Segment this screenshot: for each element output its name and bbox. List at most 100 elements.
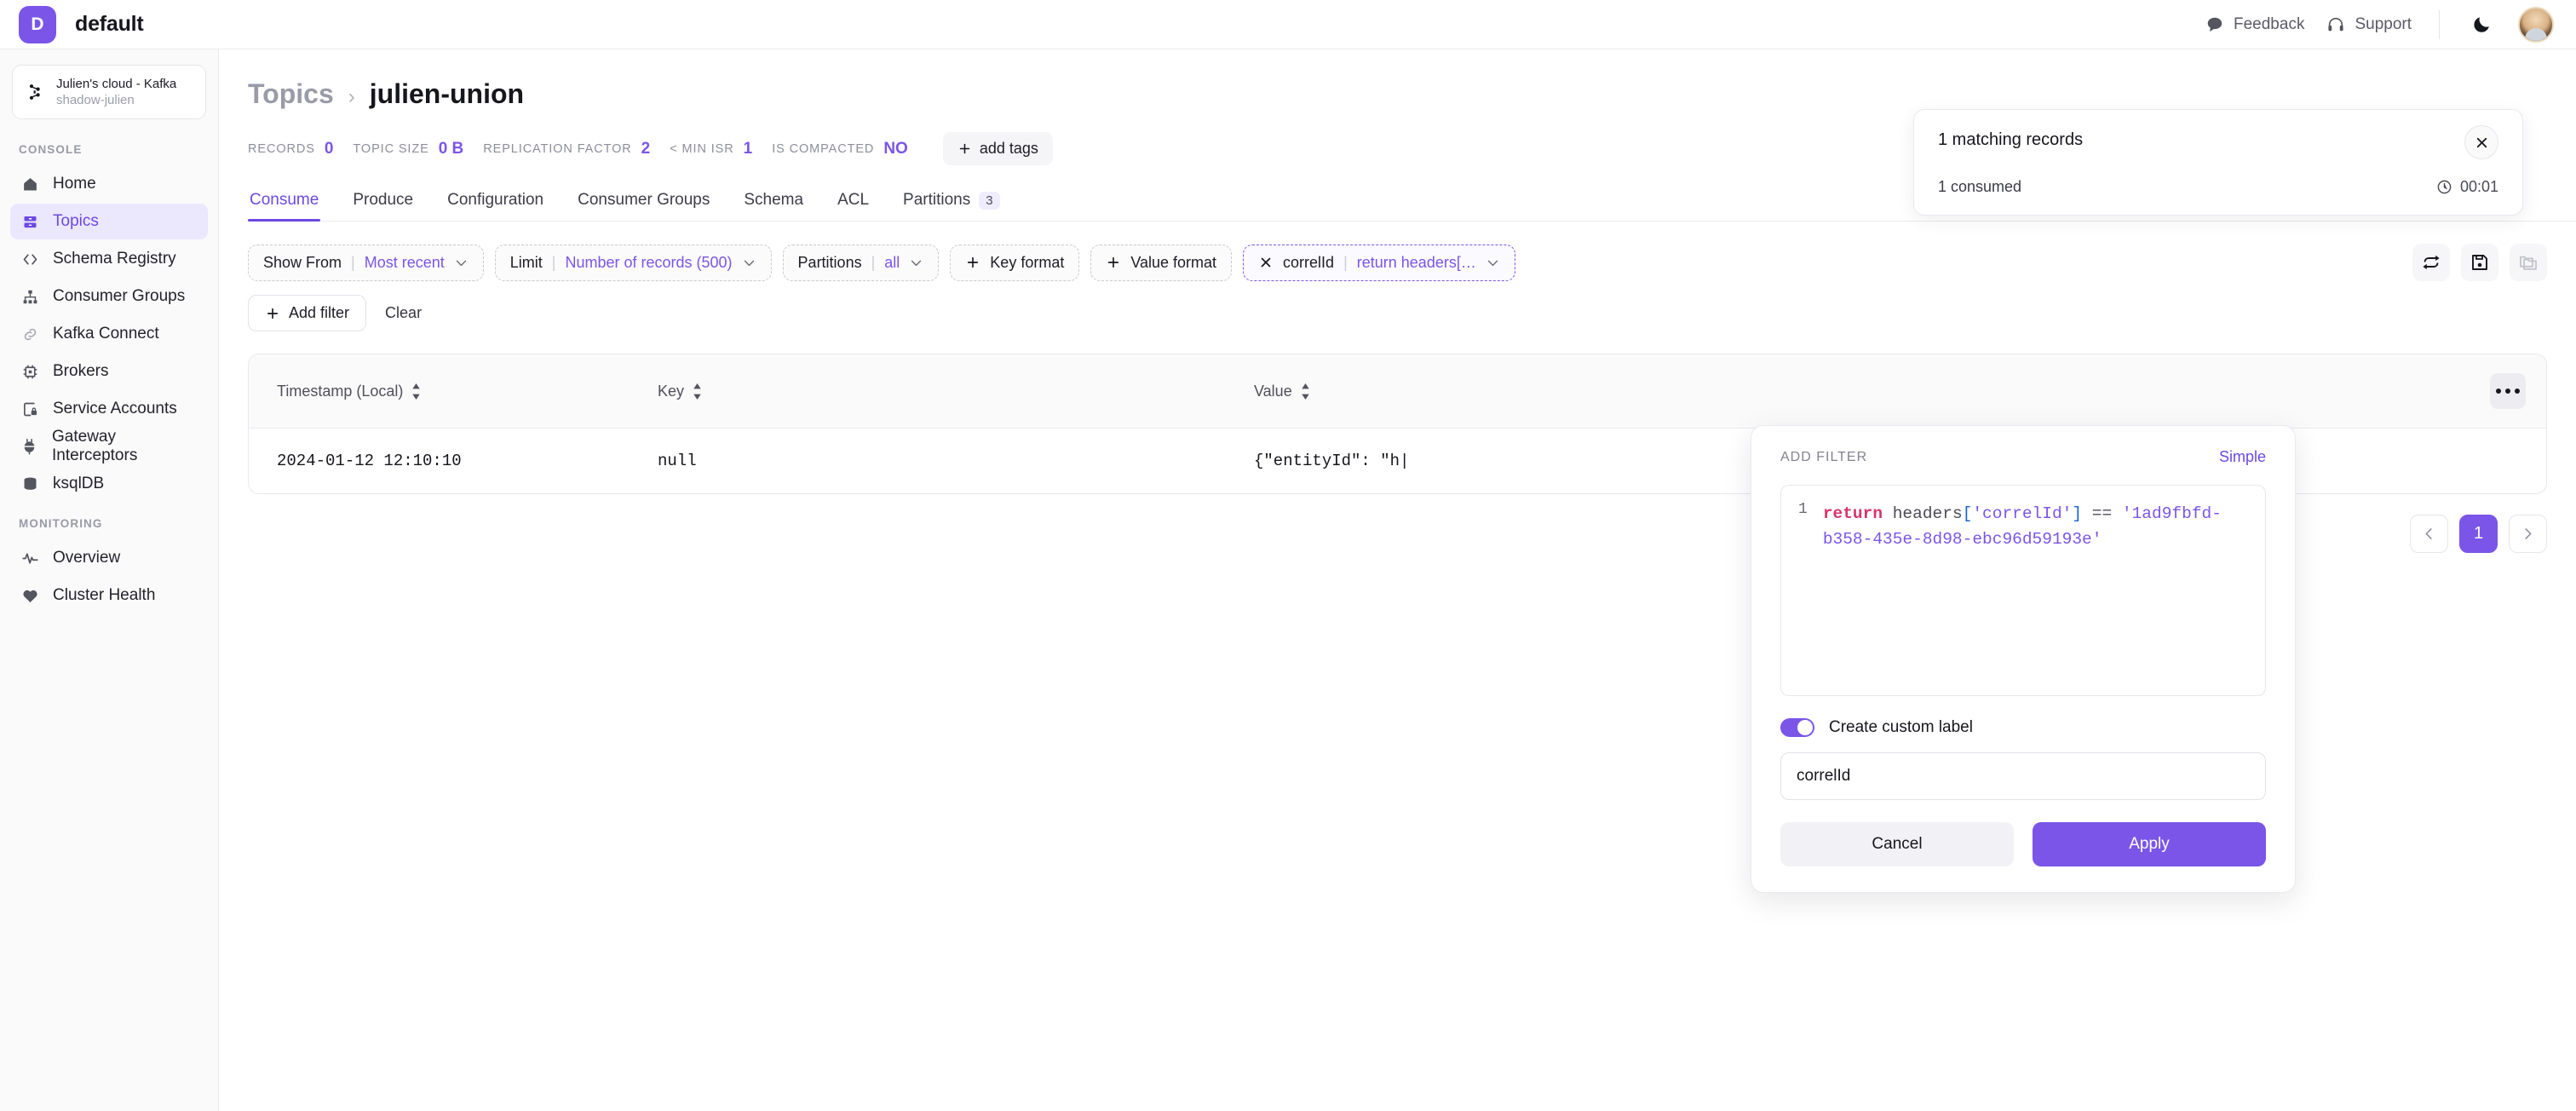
cluster-sub: shadow-julien (56, 93, 135, 107)
page-title: julien-union (369, 78, 525, 109)
tab-consume[interactable]: Consume (248, 191, 321, 222)
column-header-value[interactable]: Value (1254, 354, 2452, 429)
tab-schema[interactable]: Schema (742, 191, 805, 221)
account-lock-icon (20, 400, 39, 418)
custom-label-input[interactable] (1780, 752, 2266, 800)
column-label: Timestamp (Local) (277, 382, 404, 400)
sidebar-item-ksqldb[interactable]: ksqlDB (10, 466, 208, 502)
sidebar-item-service-accounts[interactable]: Service Accounts (10, 391, 208, 427)
create-custom-label-text: Create custom label (1829, 718, 1973, 736)
filter-chip-limit[interactable]: Limit | Number of records (500) (494, 244, 772, 281)
sidebar-item-label: Topics (53, 212, 99, 230)
avatar[interactable] (2518, 6, 2554, 43)
sidebar-item-label: ksqlDB (53, 475, 105, 492)
tab-configuration[interactable]: Configuration (446, 191, 545, 221)
feedback-label: Feedback (2234, 14, 2305, 33)
code-brackets-icon (20, 250, 39, 268)
pagination-next-button[interactable] (2509, 515, 2547, 553)
filter-chip-partitions[interactable]: Partitions | all (782, 244, 940, 281)
tab-partitions[interactable]: Partitions 3 (901, 191, 1002, 221)
code-token-header-key: 'correlId' (1972, 504, 2073, 523)
feedback-button[interactable]: Feedback (2205, 15, 2304, 34)
breadcrumb-parent[interactable]: Topics (248, 78, 334, 110)
breadcrumb: Topics › julien-union (248, 78, 2576, 110)
toast-close-button[interactable] (2464, 125, 2498, 159)
filter-chip-value-format[interactable]: Value format (1090, 244, 1233, 281)
open-folder-button[interactable] (2510, 244, 2547, 281)
moon-icon (2471, 14, 2493, 35)
consume-toast: 1 matching records 1 consumed 00:01 (1913, 109, 2523, 216)
sidebar-item-label: Kafka Connect (53, 325, 159, 343)
tab-consumer-groups[interactable]: Consumer Groups (576, 191, 711, 221)
sidebar-item-label: Brokers (53, 362, 109, 380)
tab-label: Partitions (903, 191, 971, 209)
filter-chip-correlid[interactable]: correlId | return headers[… (1243, 244, 1515, 281)
sidebar-item-topics[interactable]: Topics (10, 204, 208, 239)
create-custom-label-toggle[interactable] (1780, 718, 1814, 737)
pagination-page-1[interactable]: 1 (2459, 515, 2498, 553)
divider (2439, 9, 2440, 39)
table-options-button[interactable] (2490, 373, 2526, 409)
clear-filters-button[interactable]: Clear (385, 304, 422, 322)
add-filter-popover: ADD FILTER Simple 1 return headers['corr… (1751, 425, 2296, 893)
column-header-key[interactable]: Key (658, 354, 1254, 429)
meta-value-min-isr: 1 (743, 139, 753, 158)
popover-actions: Cancel Apply (1780, 822, 2266, 866)
sidebar-item-label: Gateway Interceptors (52, 428, 138, 464)
meta-key-replication-factor: REPLICATION FACTOR (483, 141, 632, 156)
popover-mode-link[interactable]: Simple (2219, 448, 2266, 466)
close-icon[interactable] (1258, 255, 1274, 270)
heart-icon (20, 586, 39, 605)
add-filter-button[interactable]: Add filter (248, 295, 367, 331)
add-tags-button[interactable]: add tags (942, 132, 1053, 165)
sidebar-item-label: Service Accounts (53, 400, 177, 417)
tab-acl[interactable]: ACL (836, 191, 871, 221)
clock-icon (2436, 179, 2452, 195)
sort-icon (411, 383, 422, 400)
sidebar-item-kafka-connect[interactable]: Kafka Connect (10, 316, 208, 352)
chip-value: Most recent (364, 253, 445, 271)
sidebar-item-gateway-interceptors[interactable]: Gateway Interceptors (10, 428, 208, 464)
meta-value-is-compacted: NO (883, 139, 908, 158)
popover-header: ADD FILTER Simple (1780, 448, 2266, 466)
apply-button[interactable]: Apply (2033, 822, 2266, 866)
refresh-button[interactable] (2412, 244, 2450, 281)
filter-chip-key-format[interactable]: Key format (950, 244, 1080, 281)
sidebar-item-schema-registry[interactable]: Schema Registry (10, 241, 208, 277)
filter-chip-show-from[interactable]: Show From | Most recent (248, 244, 484, 281)
chevron-down-icon (909, 256, 923, 270)
column-header-timestamp[interactable]: Timestamp (Local) (249, 354, 658, 429)
sidebar-item-brokers[interactable]: Brokers (10, 354, 208, 389)
close-icon (2474, 135, 2490, 151)
save-query-button[interactable] (2461, 244, 2498, 281)
meta-key-is-compacted: IS COMPACTED (772, 141, 875, 156)
code-token-identifier: headers (1892, 504, 1963, 523)
brand[interactable]: D default (0, 5, 426, 43)
meta-value-replication-factor: 2 (641, 139, 651, 158)
chevron-left-icon (2421, 526, 2437, 542)
tab-label: Consume (250, 191, 319, 209)
theme-toggle-button[interactable] (2467, 10, 2496, 39)
cluster-selector[interactable]: Julien's cloud - Kafka shadow-julien (12, 65, 206, 119)
filter-code-editor[interactable]: 1 return headers['correlId'] == '1ad9fbf… (1780, 485, 2266, 696)
link-icon (20, 325, 39, 343)
cancel-button[interactable]: Cancel (1780, 822, 2014, 866)
cell-timestamp: 2024-01-12 12:10:10 (277, 452, 462, 470)
support-button[interactable]: Support (2326, 15, 2412, 34)
meta-key-topic-size: TOPIC SIZE (353, 141, 429, 156)
meta-key-min-isr: < MIN ISR (670, 141, 734, 156)
tab-produce[interactable]: Produce (351, 191, 415, 221)
chevron-down-icon (1486, 256, 1500, 270)
popover-title: ADD FILTER (1780, 449, 1868, 464)
sidebar-item-home[interactable]: Home (10, 166, 208, 202)
sidebar-item-consumer-groups[interactable]: Consumer Groups (10, 279, 208, 314)
pagination-prev-button[interactable] (2410, 515, 2448, 553)
tab-badge: 3 (979, 191, 1000, 210)
cell-actions (2452, 429, 2546, 494)
sidebar-item-cluster-health[interactable]: Cluster Health (10, 578, 208, 613)
sidebar-item-overview[interactable]: Overview (10, 540, 208, 576)
cluster-text: Julien's cloud - Kafka shadow-julien (56, 77, 176, 107)
kafka-icon (25, 82, 45, 102)
filter-bar: Show From | Most recent Limit | Number o… (248, 244, 2576, 281)
cell-key: null (658, 452, 697, 470)
